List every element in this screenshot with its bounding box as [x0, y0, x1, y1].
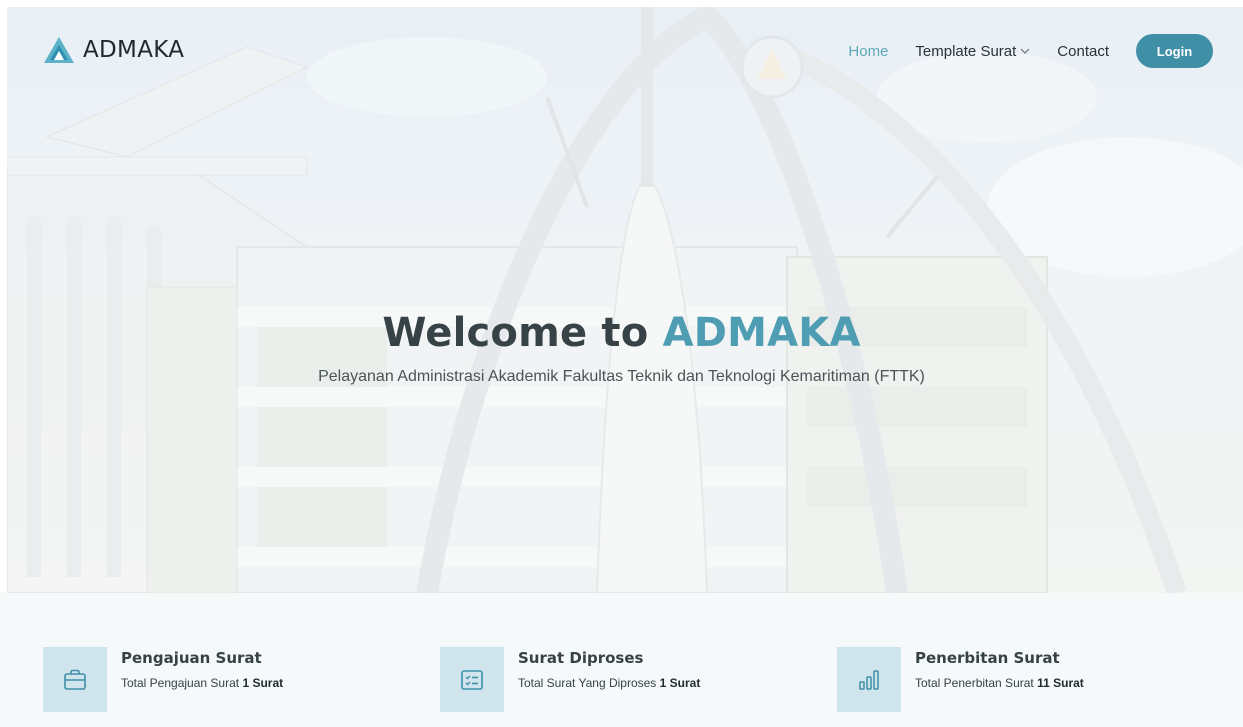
- hero-title: Welcome to ADMAKA: [0, 310, 1243, 356]
- stat-description: Total Pengajuan Surat 1 Surat: [121, 676, 283, 690]
- stat-description: Total Penerbitan Surat 11 Surat: [915, 676, 1084, 690]
- stat-pengajuan-surat: Pengajuan Surat Total Pengajuan Surat 1 …: [43, 647, 283, 712]
- stat-value: 1 Surat: [659, 676, 701, 690]
- nav-item-template-surat[interactable]: Template Surat: [915, 43, 1030, 60]
- stat-title: Penerbitan Surat: [915, 649, 1060, 667]
- nav-item-template-surat-label: Template Surat: [915, 42, 1017, 60]
- stat-icon-box: [43, 647, 107, 712]
- brand-name: ADMAKA: [83, 37, 185, 63]
- brand-logo[interactable]: ADMAKA: [43, 34, 184, 66]
- stat-icon-box: [837, 647, 901, 712]
- nav-item-home[interactable]: Home: [848, 43, 888, 60]
- main-nav: Home Template Surat Contact Login: [848, 34, 1213, 68]
- hero-section: [7, 7, 1243, 593]
- stats-section: Pengajuan Surat Total Pengajuan Surat 1 …: [0, 593, 1243, 727]
- stat-title: Pengajuan Surat: [121, 649, 262, 667]
- stat-icon-box: [440, 647, 504, 712]
- page: ADMAKA Home Template Surat Contact Login…: [0, 0, 1243, 727]
- hero-subtitle: Pelayanan Administrasi Akademik Fakultas…: [318, 368, 925, 385]
- bar-chart-icon: [859, 669, 879, 690]
- stat-description: Total Surat Yang Diproses 1 Surat: [518, 676, 700, 690]
- hero-overlay: [7, 7, 1243, 593]
- chevron-down-icon: [1020, 48, 1030, 54]
- stat-desc-text: Total Penerbitan Surat: [915, 676, 1034, 690]
- stat-desc-text: Total Pengajuan Surat: [121, 676, 240, 690]
- stat-title: Surat Diproses: [518, 649, 644, 667]
- login-button[interactable]: Login: [1136, 34, 1213, 68]
- stat-penerbitan-surat: Penerbitan Surat Total Penerbitan Surat …: [837, 647, 1084, 712]
- checklist-icon: [461, 669, 483, 690]
- stat-desc-text: Total Surat Yang Diproses: [518, 676, 657, 690]
- hero-title-accent: ADMAKA: [662, 310, 861, 356]
- stat-value: 11 Surat: [1037, 676, 1084, 690]
- briefcase-icon: [64, 669, 86, 690]
- hero-text: Welcome to ADMAKA Pelayanan Administrasi…: [0, 310, 1243, 386]
- stat-surat-diproses: Surat Diproses Total Surat Yang Diproses…: [440, 647, 700, 712]
- stat-value: 1 Surat: [242, 676, 284, 690]
- nav-item-contact[interactable]: Contact: [1057, 43, 1109, 60]
- hero-title-prefix: Welcome to: [382, 310, 649, 356]
- triangle-logo-icon: [44, 37, 74, 63]
